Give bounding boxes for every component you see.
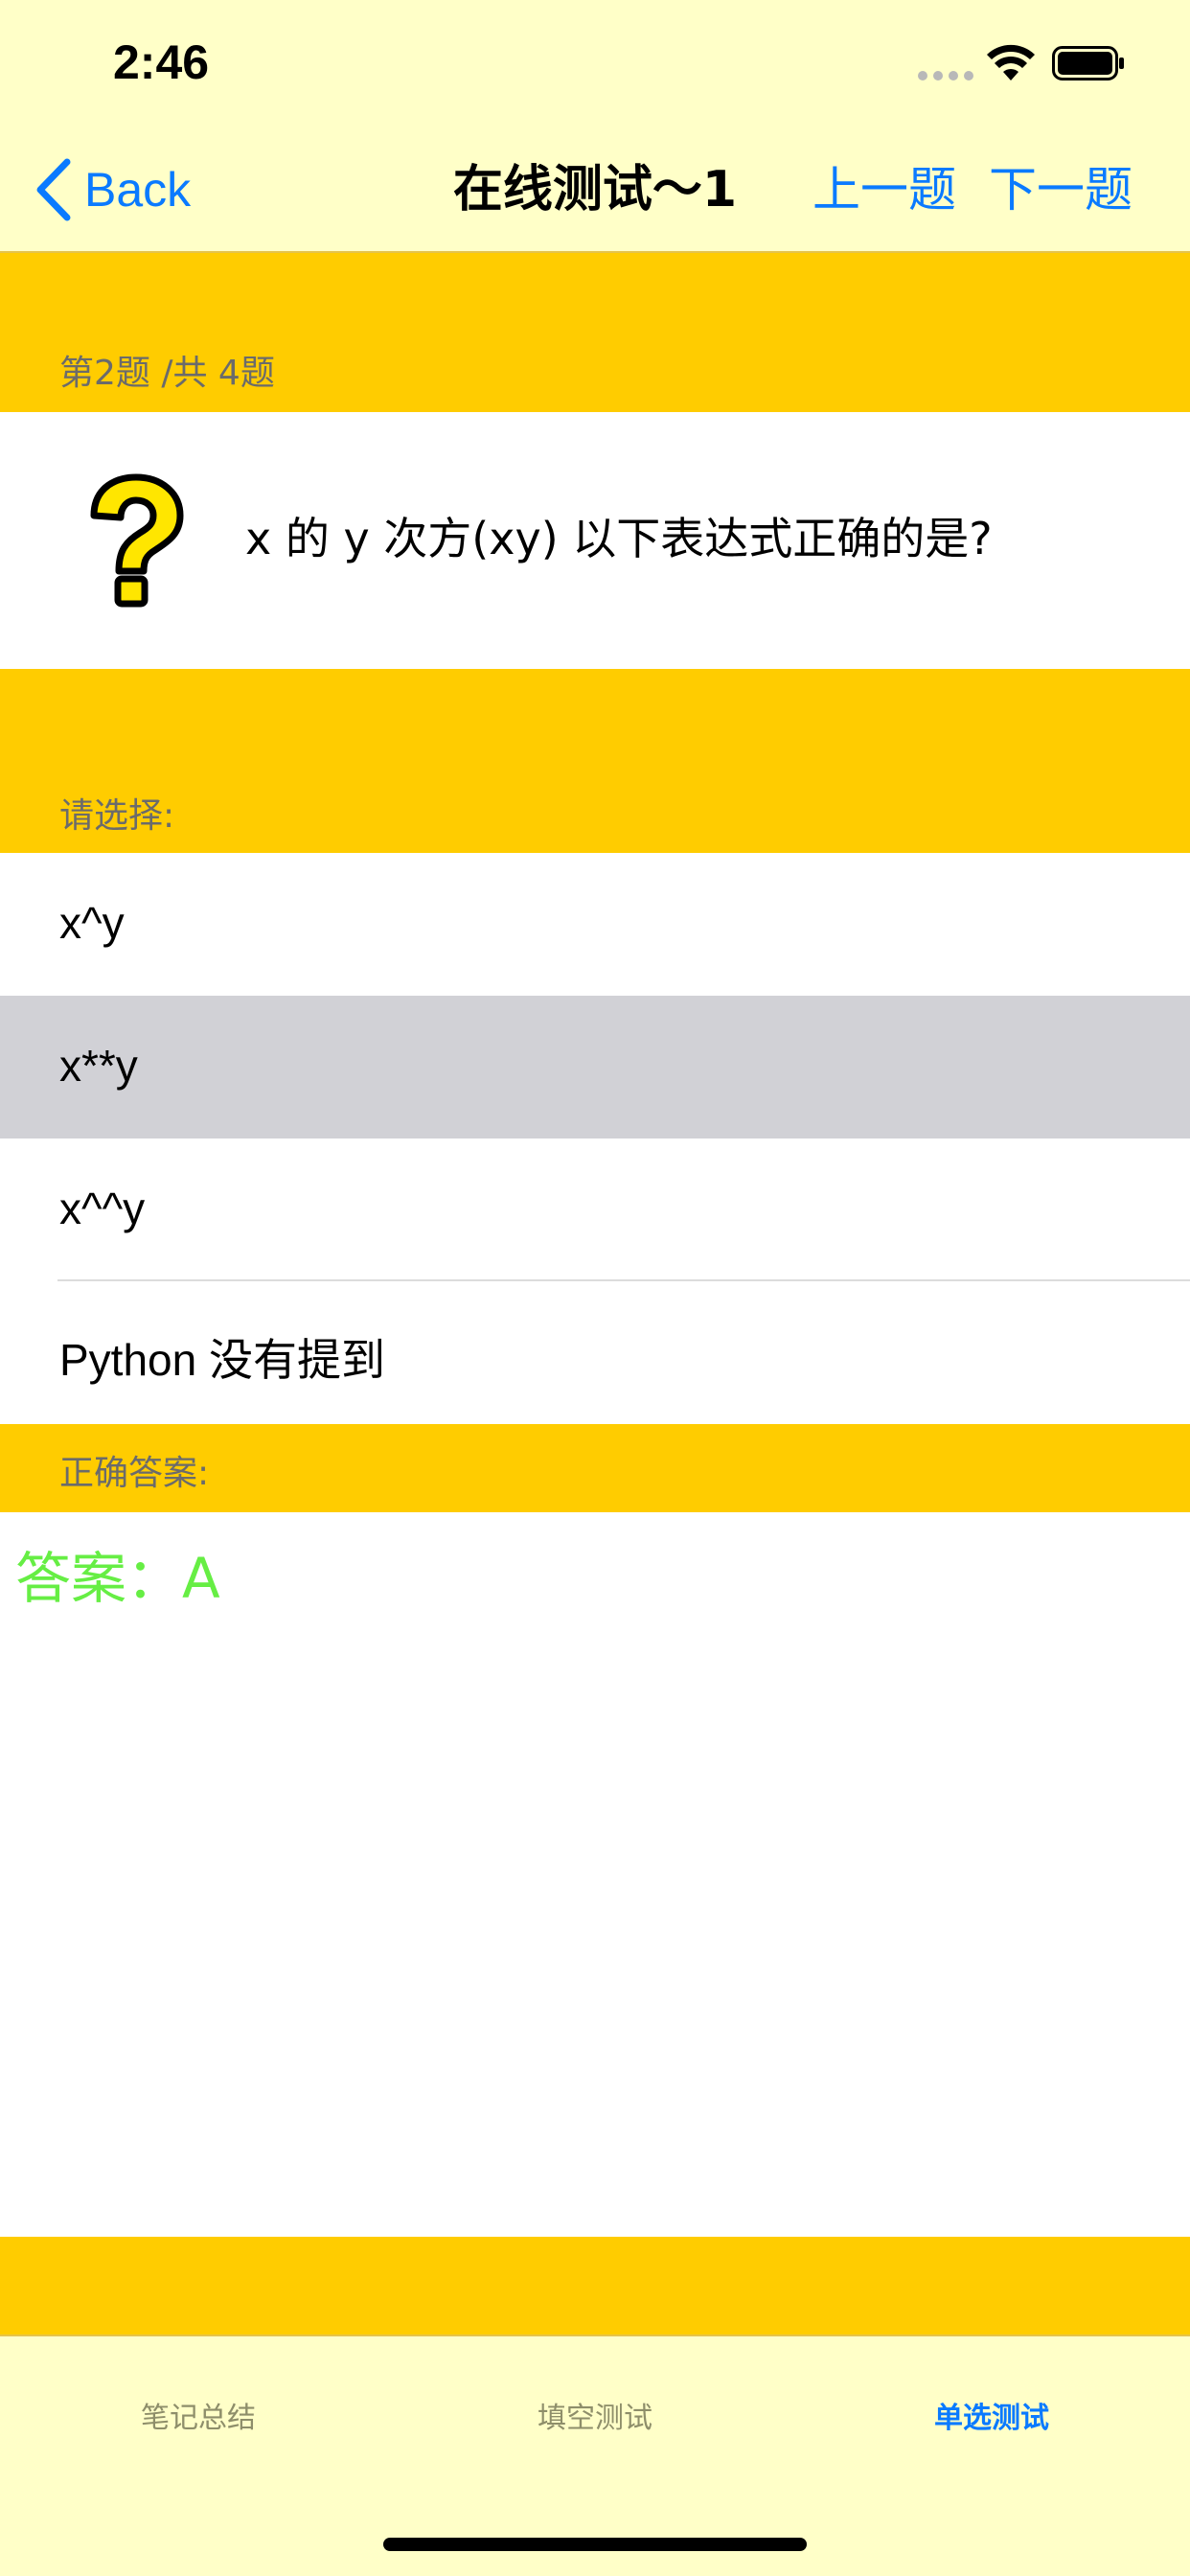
question-progress: 第2题 /共 4题 xyxy=(59,354,275,393)
answer-header-band: 正确答案: xyxy=(0,1424,1190,1512)
option-item-c[interactable]: x^^y xyxy=(0,1138,1190,1281)
option-text: Python 没有提到 xyxy=(59,1335,385,1385)
tab-fill-in-test[interactable]: 填空测试 xyxy=(397,2394,793,2436)
option-item-b[interactable]: x**y xyxy=(0,996,1190,1138)
question-text: x 的 y 次方(xy) 以下表达式正确的是? xyxy=(245,513,993,564)
question-mark-icon xyxy=(90,473,184,608)
previous-question-button[interactable]: 上一题 xyxy=(812,155,956,224)
options-header-band: 请选择: xyxy=(0,669,1190,853)
option-text: x^y xyxy=(59,898,125,948)
option-item-a[interactable]: x^y xyxy=(0,853,1190,996)
navigation-bar: Back 在线测试～1 上一题 下一题 xyxy=(0,126,1190,253)
next-question-button[interactable]: 下一题 xyxy=(989,155,1133,224)
options-label: 请选择: xyxy=(59,796,175,836)
option-text: x**y xyxy=(59,1041,138,1091)
status-time: 2:46 xyxy=(113,35,210,89)
tab-bar: 笔记总结 填空测试 单选测试 xyxy=(0,2334,1190,2576)
wifi-icon xyxy=(987,44,1035,80)
battery-icon xyxy=(1052,46,1124,80)
nav-actions: 上一题 下一题 xyxy=(812,155,1133,224)
back-label: Back xyxy=(84,163,192,217)
chevron-left-icon xyxy=(36,158,71,221)
screen: 2:46 Back 在线测试～1 上一题 下一题 第2题 /共 4题 x 的 y… xyxy=(0,0,1190,2576)
option-item-d[interactable]: Python 没有提到 xyxy=(0,1281,1190,1424)
tab-single-choice-test[interactable]: 单选测试 xyxy=(793,2394,1190,2436)
signal-dots-icon xyxy=(918,71,973,80)
back-button[interactable]: Back xyxy=(34,155,191,224)
tab-notes-summary[interactable]: 笔记总结 xyxy=(0,2394,397,2436)
question-header-band: 第2题 /共 4题 xyxy=(0,253,1190,412)
answer-label: 正确答案: xyxy=(59,1454,210,1493)
options-list: x^y x**y x^^y Python 没有提到 xyxy=(0,853,1190,1424)
bottom-band xyxy=(0,2237,1190,2334)
status-bar: 2:46 xyxy=(0,0,1190,126)
home-indicator[interactable] xyxy=(383,2538,807,2551)
answer-text: 答案：A xyxy=(15,1546,220,1611)
option-text: x^^y xyxy=(59,1184,146,1233)
question-card: x 的 y 次方(xy) 以下表达式正确的是? xyxy=(0,412,1190,669)
